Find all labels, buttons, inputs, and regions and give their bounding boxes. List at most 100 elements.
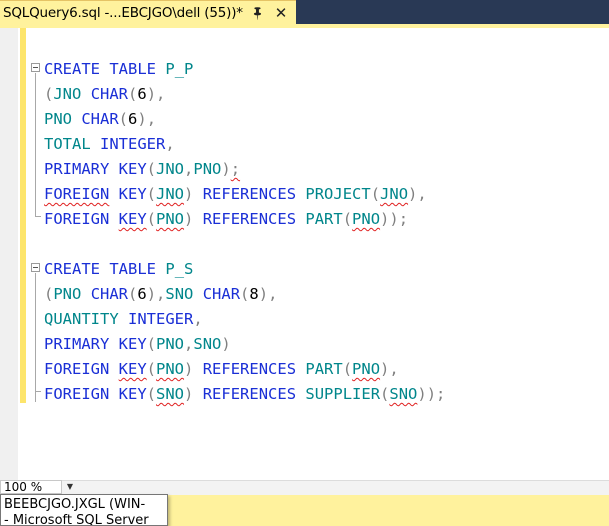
outline-guide — [35, 273, 36, 391]
code-token: PRIMARY — [44, 160, 110, 178]
code-token: PART — [305, 360, 343, 378]
code-line-5[interactable]: PRIMARY KEY(JNO,PNO); — [44, 157, 240, 182]
document-tab-strip: SQLQuery6.sql -...EBCJGO\dell (55))* 🖈 ✕ — [0, 0, 609, 26]
zoom-level-value: 100 % — [4, 480, 43, 494]
code-token: FOREIGN — [44, 210, 110, 228]
code-line-12[interactable]: PRIMARY KEY(PNO,SNO) — [44, 332, 231, 357]
code-line-13[interactable]: FOREIGN KEY(PNO) REFERENCES PART(PNO), — [44, 357, 399, 382]
code-token: ( — [146, 385, 157, 403]
code-token: PNO — [352, 210, 381, 228]
code-token: REFERENCES — [202, 185, 297, 203]
code-token: PROJECT — [305, 185, 371, 203]
code-token: KEY — [118, 160, 147, 178]
code-token: ( — [342, 210, 353, 228]
editor-margin — [0, 28, 18, 480]
code-token: CHAR — [90, 85, 129, 103]
code-token: ) — [184, 185, 194, 203]
code-token: PNO — [193, 160, 222, 178]
code-token: 6 — [137, 285, 147, 303]
code-token: ( — [146, 210, 157, 228]
code-line-1[interactable]: CREATE TABLE P_P — [44, 57, 193, 82]
connection-tooltip: BEEBCJGO.JXGL (WIN- - Microsoft SQL Serv… — [0, 494, 168, 526]
close-icon[interactable]: ✕ — [272, 4, 290, 22]
code-token: ( — [44, 285, 54, 303]
code-line-2[interactable]: (JNO CHAR(6), — [44, 82, 165, 107]
code-token: JNO — [156, 185, 185, 203]
code-token: CHAR — [90, 285, 129, 303]
code-token: KEY — [118, 185, 147, 203]
code-token: ( — [146, 335, 157, 353]
code-token: ( — [44, 85, 54, 103]
change-tracking-bar — [20, 28, 26, 403]
chevron-down-icon[interactable]: ▼ — [64, 481, 76, 493]
code-line-9[interactable]: CREATE TABLE P_S — [44, 257, 193, 282]
outline-guide-end — [35, 216, 41, 217]
code-line-11[interactable]: QUANTITY INTEGER, — [44, 307, 203, 332]
code-token: 6 — [137, 85, 147, 103]
code-token: TABLE — [109, 260, 157, 278]
code-token: )); — [417, 385, 446, 403]
code-line-6[interactable]: FOREIGN KEY(JNO) REFERENCES PROJECT(JNO)… — [44, 182, 427, 207]
code-token: 8 — [249, 285, 259, 303]
code-token: , — [184, 160, 194, 178]
code-line-4[interactable]: TOTAL INTEGER, — [44, 132, 175, 157]
code-token: JNO — [156, 160, 185, 178]
code-token: TABLE — [109, 60, 157, 78]
code-line-10[interactable]: (PNO CHAR(6),SNO CHAR(8), — [44, 282, 277, 307]
code-token: ), — [408, 185, 427, 203]
code-token: ), — [146, 85, 166, 103]
outline-guide — [35, 73, 36, 216]
code-token: SNO — [193, 335, 222, 353]
document-tab[interactable]: SQLQuery6.sql -...EBCJGO\dell (55))* 🖈 ✕ — [0, 0, 296, 24]
code-token: ( — [370, 185, 381, 203]
code-token: CHAR — [202, 285, 241, 303]
code-token: SUPPLIER — [305, 385, 381, 403]
collapse-icon[interactable] — [31, 63, 40, 72]
code-token: ), — [380, 360, 399, 378]
code-token: REFERENCES — [202, 360, 297, 378]
code-token: ), — [146, 285, 166, 303]
horizontal-scrollbar[interactable] — [0, 480, 609, 495]
code-line-3[interactable]: PNO CHAR(6), — [44, 107, 156, 132]
code-token: REFERENCES — [202, 210, 297, 228]
query-editor[interactable]: CREATE TABLE P_P (JNO CHAR(6), PNO CHAR(6)… — [0, 28, 609, 480]
code-token: PRIMARY — [44, 335, 110, 353]
code-line-7[interactable]: FOREIGN KEY(PNO) REFERENCES PART(PNO)); — [44, 207, 408, 232]
code-token: ( — [146, 360, 157, 378]
code-token: 6 — [128, 110, 138, 128]
zoom-level-dropdown[interactable]: 100 % — [0, 480, 62, 494]
code-token: ( — [118, 110, 129, 128]
code-token: ), — [137, 110, 157, 128]
code-token: SNO — [156, 385, 185, 403]
code-token: REFERENCES — [202, 385, 297, 403]
code-token: ; — [230, 160, 241, 178]
code-token: TOTAL — [44, 135, 91, 153]
code-token: CREATE — [44, 260, 100, 278]
code-token: ) — [184, 360, 194, 378]
code-token: , — [193, 310, 203, 328]
collapse-icon[interactable] — [31, 263, 40, 272]
code-line-14[interactable]: FOREIGN KEY(SNO) REFERENCES SUPPLIER(SNO… — [44, 382, 445, 407]
code-token: ( — [240, 285, 250, 303]
code-token: FOREIGN — [44, 360, 110, 378]
code-token: KEY — [118, 385, 147, 403]
code-token: KEY — [118, 335, 147, 353]
tooltip-line-1: BEEBCJGO.JXGL (WIN- — [4, 497, 146, 512]
pin-icon[interactable]: 🖈 — [247, 2, 270, 25]
code-token: SNO — [165, 285, 194, 303]
